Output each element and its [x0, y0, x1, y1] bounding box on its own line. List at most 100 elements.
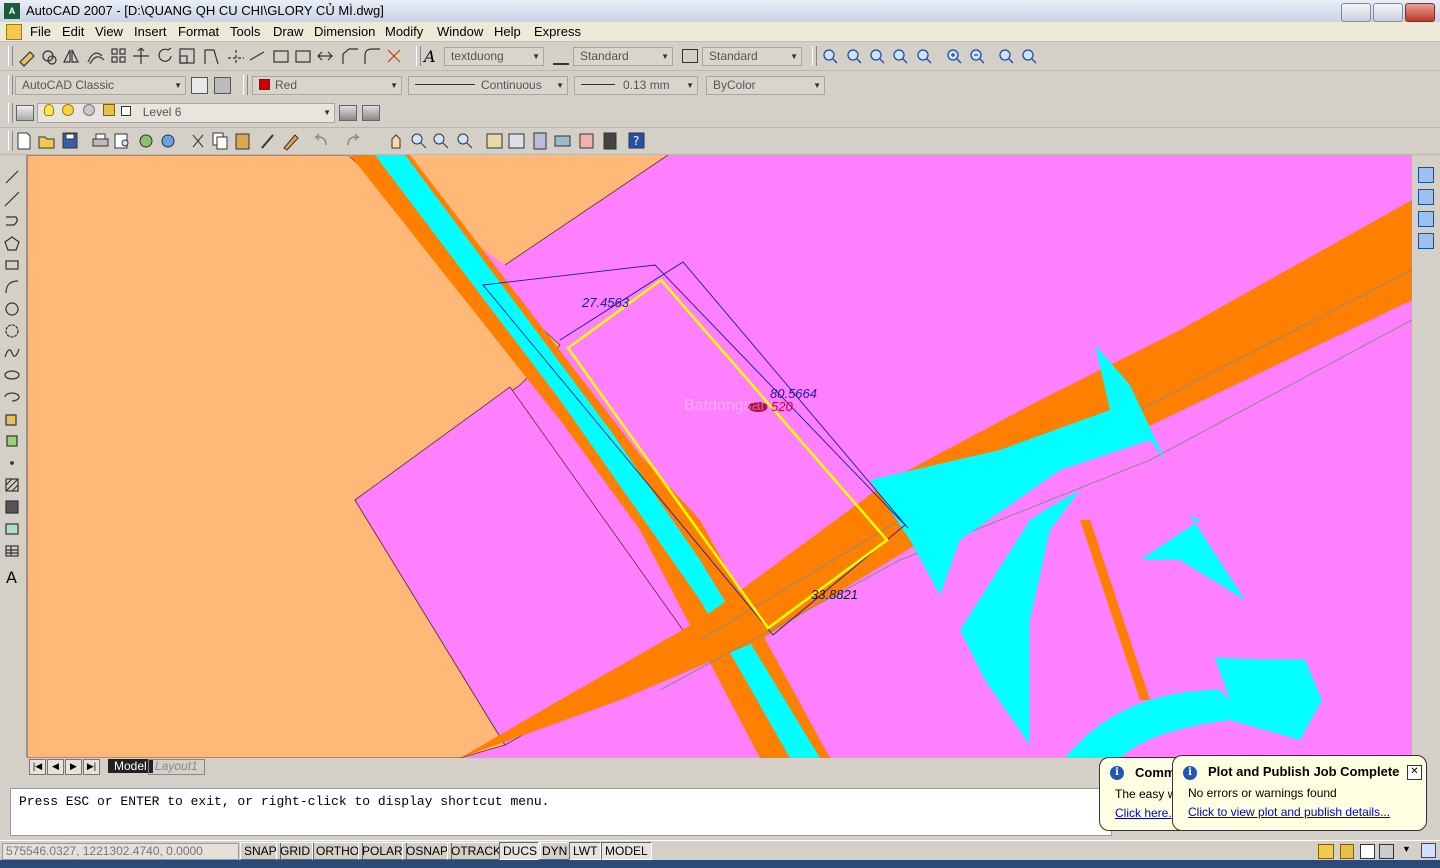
lock-icon[interactable]: [1340, 844, 1354, 859]
zoom-center-icon: [893, 49, 908, 64]
autocad-app-icon[interactable]: A: [4, 3, 20, 19]
toolbar-grip[interactable]: [8, 131, 13, 151]
explode-icon: [387, 49, 401, 63]
next-tab-button[interactable]: ▶: [65, 759, 82, 775]
toolbar-grip[interactable]: [8, 75, 13, 95]
menu-format[interactable]: Format: [178, 24, 219, 39]
comm-balloon-link[interactable]: Click here.: [1115, 806, 1172, 820]
plot-balloon-title: Plot and Publish Job Complete: [1208, 764, 1400, 779]
first-tab-button[interactable]: |◀: [29, 759, 46, 775]
workspace-select[interactable]: AutoCAD Classic ▼: [15, 76, 186, 95]
osnap-toggle[interactable]: OSNAP: [402, 842, 453, 860]
clean-screen-icon[interactable]: [1379, 844, 1394, 859]
menu-insert[interactable]: Insert: [134, 24, 167, 39]
insert-block-icon: [5, 414, 17, 426]
bring-to-front-icon[interactable]: [1418, 167, 1434, 183]
toolbar-grip[interactable]: [8, 103, 13, 123]
tab-layout1[interactable]: Layout1: [148, 759, 205, 775]
dimension-style-select[interactable]: Standard ▼: [573, 47, 673, 66]
table-icon: [5, 545, 19, 557]
layer-vp-thaw-icon[interactable]: [82, 104, 95, 116]
drawing-canvas[interactable]: 27.4563 80.5664 33.8821 520 Batdongsan: [27, 155, 1412, 758]
send-to-back-icon[interactable]: [1418, 189, 1434, 205]
menu-edit[interactable]: Edit: [62, 24, 84, 39]
plot-publish-balloon[interactable]: i Plot and Publish Job Complete ✕ No err…: [1172, 755, 1427, 831]
otrack-toggle[interactable]: OTRACK: [447, 842, 506, 860]
close-icon[interactable]: ✕: [1407, 765, 1422, 780]
match-properties-icon: [261, 134, 274, 149]
save-icon: [62, 132, 78, 149]
tab-model[interactable]: Model: [108, 759, 153, 773]
restore-button[interactable]: [1373, 3, 1403, 22]
linetype-control-select[interactable]: Continuous ▼: [408, 76, 568, 95]
layer-previous-icon[interactable]: [362, 105, 380, 121]
coordinates-readout[interactable]: 575546.0327, 1221302.4740, 0.0000: [2, 843, 239, 860]
command-prompt-text: Press ESC or ENTER to exit, or right-cli…: [19, 794, 550, 809]
menu-window[interactable]: Window: [437, 24, 483, 39]
plot-balloon-link[interactable]: Click to view plot and publish details..…: [1188, 805, 1390, 819]
polar-toggle[interactable]: POLAR: [358, 842, 407, 860]
plot-status-icon[interactable]: [1360, 844, 1375, 859]
layer-control-select[interactable]: Level 6 ▼: [37, 103, 335, 123]
grid-toggle[interactable]: GRID: [276, 842, 314, 860]
document-icon[interactable]: [6, 24, 22, 40]
menu-file[interactable]: File: [30, 24, 51, 39]
menu-tools[interactable]: Tools: [230, 24, 260, 39]
make-object-layer-current-icon[interactable]: [339, 105, 357, 121]
status-menu-arrow-icon[interactable]: ▼: [1402, 844, 1411, 854]
revision-cloud-icon: [5, 324, 19, 338]
quickcalc-icon: [603, 132, 617, 150]
bring-above-icon[interactable]: [1418, 211, 1434, 227]
snap-toggle[interactable]: SNAP: [240, 842, 281, 860]
last-tab-button[interactable]: ▶|: [83, 759, 100, 775]
layer-lock-icon[interactable]: [103, 104, 116, 116]
toolbar-grip[interactable]: [812, 46, 817, 66]
menu-draw[interactable]: Draw: [273, 24, 303, 39]
send-under-icon[interactable]: [1418, 233, 1434, 249]
cut-icon: [192, 134, 204, 148]
clean-screen-toggle-icon[interactable]: [1421, 843, 1436, 858]
text-style-select[interactable]: textduong ▼: [444, 47, 544, 66]
workspace-save-icon[interactable]: [214, 77, 231, 94]
menu-help[interactable]: Help: [494, 24, 521, 39]
menu-modify[interactable]: Modify: [385, 24, 423, 39]
3d-dwf-icon: [161, 134, 175, 148]
menu-view[interactable]: View: [95, 24, 123, 39]
layer-name: Level 6: [142, 105, 182, 119]
lineweight-control-select[interactable]: 0.13 mm ▼: [574, 76, 698, 95]
workspace-settings-icon[interactable]: [191, 77, 208, 94]
color-swatch: [259, 79, 270, 90]
fillet-icon: [364, 48, 380, 64]
toolbar-grip[interactable]: [243, 75, 248, 95]
lwt-toggle[interactable]: LWT: [569, 842, 602, 860]
table-style-icon[interactable]: [682, 49, 698, 63]
communication-center-icon[interactable]: [1318, 844, 1334, 859]
dyn-toggle[interactable]: DYN: [538, 842, 572, 860]
menu-express[interactable]: Express: [534, 24, 581, 39]
status-bar: 575546.0327, 1221302.4740, 0.0000 SNAP G…: [0, 840, 1440, 861]
toolbar-grip[interactable]: [416, 46, 421, 66]
draw-toolbar: A: [0, 155, 27, 757]
dimension-style-icon[interactable]: [553, 49, 569, 65]
close-button[interactable]: [1405, 3, 1435, 22]
polyline-icon: [6, 216, 18, 226]
text-style-icon[interactable]: A: [424, 47, 436, 66]
zoom-previous-icon: [457, 133, 473, 149]
plotstyle-control-select[interactable]: ByColor ▼: [706, 76, 825, 95]
minimize-button[interactable]: [1341, 3, 1371, 22]
layer-thaw-icon[interactable]: [62, 104, 75, 116]
toolbar-grip[interactable]: [8, 46, 13, 66]
menu-dimension[interactable]: Dimension: [314, 24, 375, 39]
ortho-toggle[interactable]: ORTHO: [312, 842, 364, 860]
drawing-area[interactable]: 27.4563 80.5664 33.8821 520 Batdongsan: [27, 155, 1412, 758]
copy-icon: [42, 50, 57, 65]
layer-on-icon[interactable]: [44, 104, 54, 116]
command-line[interactable]: Press ESC or ENTER to exit, or right-cli…: [10, 788, 1112, 836]
ducs-toggle[interactable]: DUCS: [499, 842, 542, 860]
trim-icon: [228, 50, 244, 64]
layer-manager-icon[interactable]: [16, 105, 34, 121]
table-style-select[interactable]: Standard ▼: [702, 47, 802, 66]
prev-tab-button[interactable]: ◀: [47, 759, 64, 775]
color-control-select[interactable]: Red ▼: [252, 76, 402, 95]
model-toggle[interactable]: MODEL: [601, 842, 652, 860]
